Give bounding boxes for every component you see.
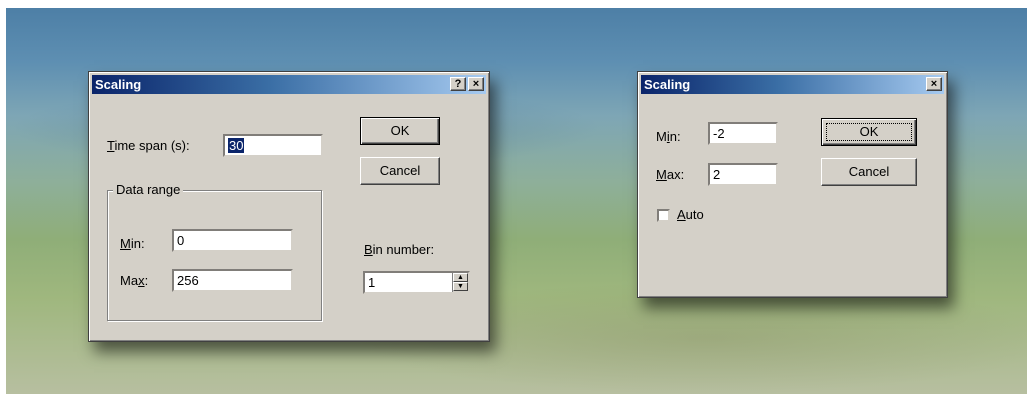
- data-range-group: [107, 190, 322, 321]
- dialog-title: Scaling: [644, 77, 691, 92]
- bin-number-value: 1: [368, 275, 376, 290]
- min-label: Min:: [120, 236, 145, 251]
- bin-number-spinner[interactable]: ▲ ▼: [452, 273, 468, 292]
- ok-button[interactable]: OK: [821, 118, 917, 146]
- min-input[interactable]: -2: [708, 122, 778, 145]
- cancel-button[interactable]: Cancel: [821, 158, 917, 186]
- dialog-titlebar[interactable]: Scaling ×: [641, 75, 944, 94]
- min-input[interactable]: 0: [172, 229, 293, 252]
- dialog-titlebar[interactable]: Scaling ? ×: [92, 75, 486, 94]
- dialog-title: Scaling: [95, 77, 142, 92]
- time-span-value: 30: [228, 138, 245, 153]
- ok-button[interactable]: OK: [360, 117, 440, 145]
- auto-label: Auto: [677, 207, 704, 222]
- close-button[interactable]: ×: [926, 77, 942, 91]
- min-label: Min:: [656, 129, 681, 144]
- cancel-button[interactable]: Cancel: [360, 157, 440, 185]
- max-label: Max:: [656, 167, 685, 182]
- time-span-label: Time span (s):: [107, 138, 190, 153]
- max-label: Max:: [120, 273, 149, 288]
- spin-up-icon[interactable]: ▲: [453, 273, 468, 282]
- help-button[interactable]: ?: [450, 77, 466, 91]
- auto-checkbox[interactable]: [657, 209, 670, 222]
- spin-down-icon[interactable]: ▼: [453, 282, 468, 291]
- max-input[interactable]: 2: [708, 163, 778, 186]
- close-button[interactable]: ×: [468, 77, 484, 91]
- bin-number-input[interactable]: 1 ▲ ▼: [363, 271, 470, 294]
- scaling-dialog-minmax: Scaling × Min: -2 Max: 2 OK Cancel Auto: [637, 71, 948, 298]
- bin-number-label: Bin number:: [364, 242, 435, 257]
- scaling-dialog-time: Scaling ? × Time span (s): 30 OK Cancel …: [88, 71, 490, 342]
- data-range-label: Data range: [113, 182, 184, 197]
- max-input[interactable]: 256: [172, 269, 293, 292]
- time-span-input[interactable]: 30: [223, 134, 323, 157]
